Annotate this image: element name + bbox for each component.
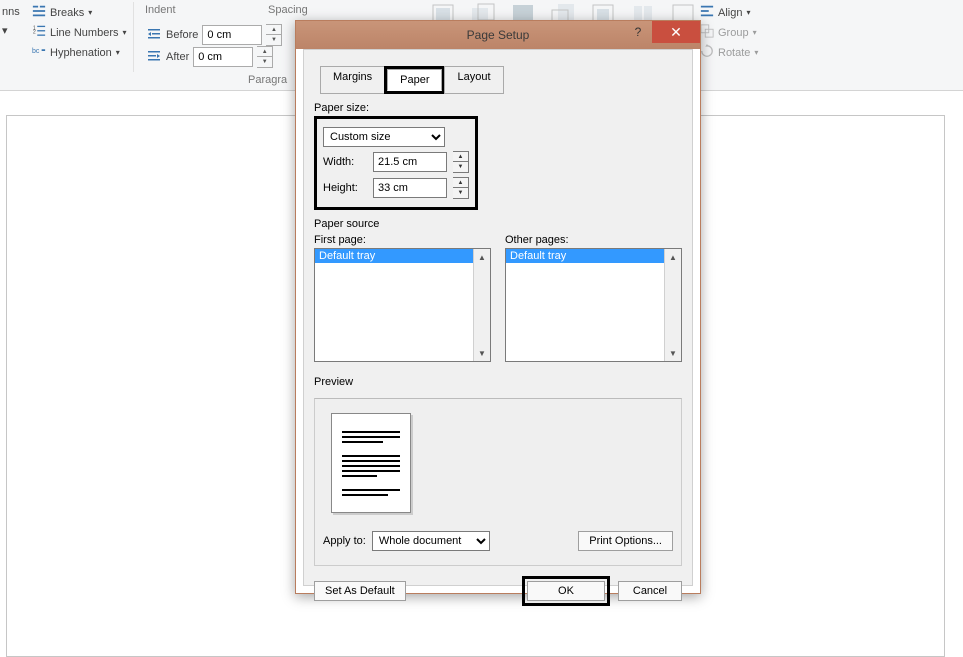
first-page-label: First page: [314, 234, 491, 246]
set-as-default-button[interactable]: Set As Default [314, 581, 406, 601]
apply-to-select[interactable]: Whole document [372, 531, 490, 551]
rotate-button: Rotate ▾ [696, 42, 762, 63]
chevron-down-icon: ▾ [88, 8, 92, 17]
tab-layout-label: Layout [457, 71, 490, 83]
chevron-down-icon: ▾ [746, 8, 750, 17]
paragraph-group-label: Paragra [248, 74, 287, 86]
svg-text:bc: bc [32, 48, 40, 55]
close-button[interactable]: ✕ [652, 21, 700, 43]
first-page-listbox[interactable]: Default tray ▲▼ [314, 248, 491, 362]
scrollbar[interactable]: ▲▼ [473, 249, 490, 361]
preview-box: Apply to: Whole document Print Options..… [314, 398, 682, 566]
rotate-icon [700, 44, 714, 61]
height-label: Height: [323, 182, 367, 194]
group-icon [700, 24, 714, 41]
svg-text:2: 2 [33, 30, 36, 36]
width-spinner[interactable]: ▲▼ [453, 151, 469, 173]
preview-thumbnail [331, 413, 411, 513]
help-button[interactable]: ? [624, 21, 652, 43]
paper-size-label: Paper size: [314, 102, 682, 114]
columns-remnant: nns [2, 6, 20, 18]
preview-label: Preview [314, 376, 682, 388]
dialog-tabs: Margins Paper Layout [320, 66, 682, 94]
hyphenation-label: Hyphenation [50, 47, 112, 59]
align-label: Align [718, 7, 742, 19]
group-label: Group [718, 27, 749, 39]
width-input[interactable] [373, 152, 447, 172]
tab-paper-label: Paper [400, 74, 429, 86]
chevron-down-icon: ▾ [122, 28, 126, 37]
print-options-button[interactable]: Print Options... [578, 531, 673, 551]
dialog-titlebar: Page Setup ? ✕ [296, 21, 700, 49]
breaks-icon [32, 4, 46, 21]
apply-to-label: Apply to: [323, 535, 366, 547]
indent-left-icon [146, 26, 162, 45]
rotate-label: Rotate [718, 47, 750, 59]
before-label: Before [166, 29, 198, 41]
cancel-button[interactable]: Cancel [618, 581, 682, 601]
after-label: After [166, 51, 189, 63]
paper-source-label: Paper source [314, 218, 682, 230]
align-icon [700, 4, 714, 21]
columns-dropdown-icon[interactable]: ▾ [2, 24, 8, 37]
ok-button[interactable]: OK [527, 581, 605, 601]
group-button: Group ▾ [696, 22, 761, 43]
line-numbers-label: Line Numbers [50, 27, 118, 39]
line-numbers-button[interactable]: 12 Line Numbers ▾ [28, 22, 131, 43]
indent-after-row: After ▲▼ [142, 44, 277, 70]
hyphenation-icon: bc [32, 44, 46, 61]
first-page-item[interactable]: Default tray [315, 249, 490, 263]
indent-before-spinner[interactable]: ▲▼ [266, 24, 282, 46]
line-numbers-icon: 12 [32, 24, 46, 41]
tab-layout[interactable]: Layout [444, 66, 503, 94]
page-setup-dialog: Page Setup ? ✕ Margins Paper Layout Pape… [295, 20, 701, 594]
height-spinner[interactable]: ▲▼ [453, 177, 469, 199]
dialog-title: Page Setup [467, 28, 530, 42]
indent-after-spinner[interactable]: ▲▼ [257, 46, 273, 68]
align-button[interactable]: Align ▾ [696, 2, 754, 23]
scrollbar[interactable]: ▲▼ [664, 249, 681, 361]
indent-label: Indent [145, 4, 176, 16]
other-pages-item[interactable]: Default tray [506, 249, 681, 263]
other-pages-label: Other pages: [505, 234, 682, 246]
paper-size-select[interactable]: Custom size [323, 127, 445, 147]
tab-paper[interactable]: Paper [387, 69, 442, 91]
height-input[interactable] [373, 178, 447, 198]
hyphenation-button[interactable]: bc Hyphenation ▾ [28, 42, 124, 63]
breaks-button[interactable]: Breaks ▾ [28, 2, 96, 23]
breaks-label: Breaks [50, 7, 84, 19]
indent-after-input[interactable] [193, 47, 253, 67]
indent-right-icon [146, 48, 162, 67]
tab-margins[interactable]: Margins [320, 66, 385, 94]
spacing-label: Spacing [268, 4, 308, 16]
chevron-down-icon: ▾ [116, 48, 120, 57]
indent-before-input[interactable] [202, 25, 262, 45]
other-pages-listbox[interactable]: Default tray ▲▼ [505, 248, 682, 362]
tab-margins-label: Margins [333, 71, 372, 83]
width-label: Width: [323, 156, 367, 168]
